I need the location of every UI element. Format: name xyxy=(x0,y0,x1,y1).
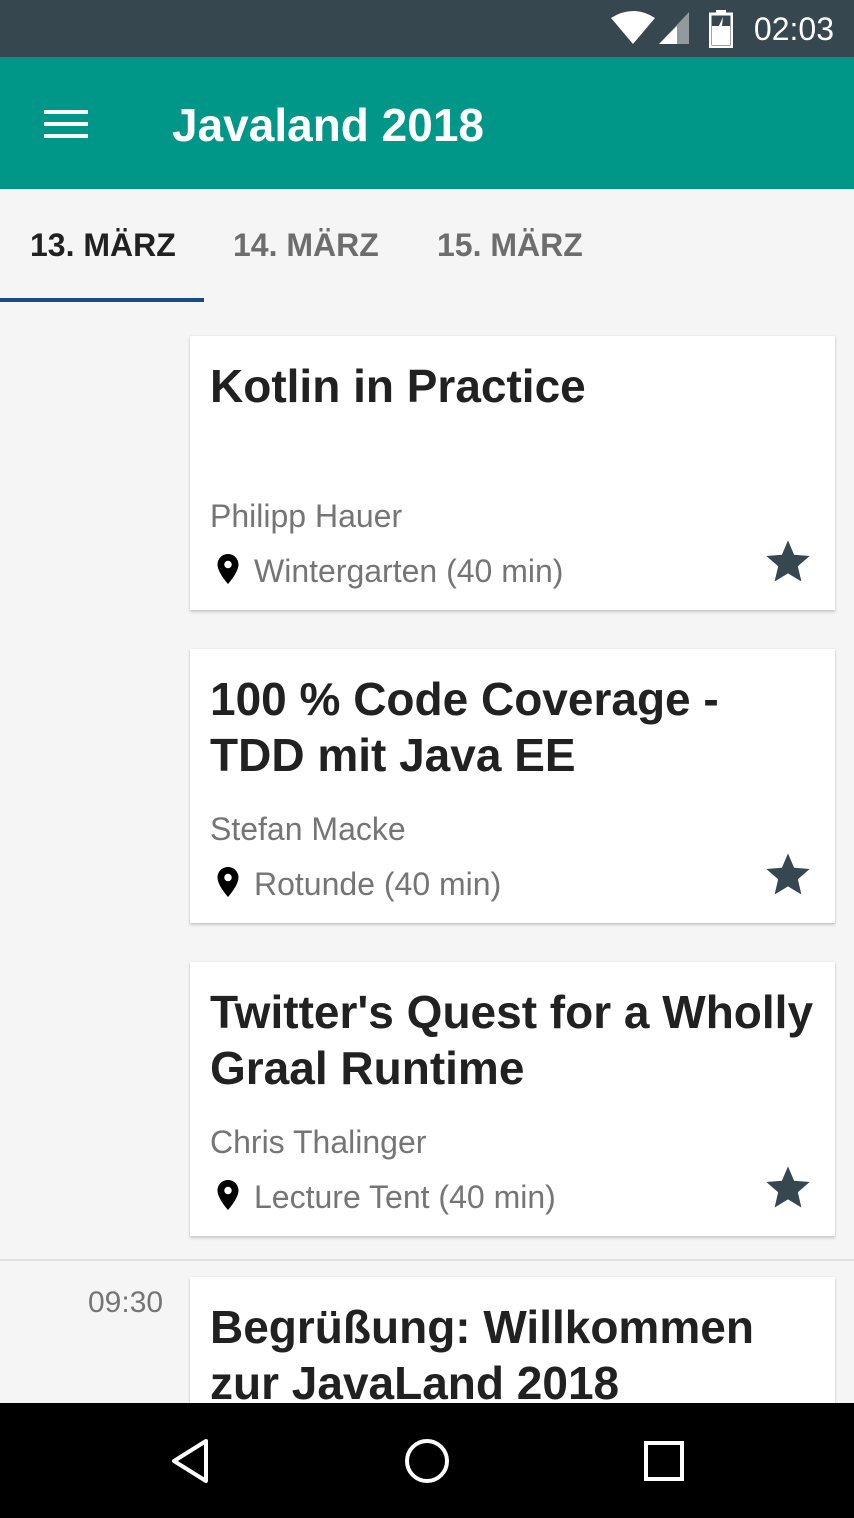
time-slot-divider xyxy=(0,1259,854,1261)
app-title: Javaland 2018 xyxy=(172,99,485,151)
star-icon[interactable] xyxy=(762,849,814,901)
location-pin-icon xyxy=(217,867,239,897)
status-bar: 02:03 xyxy=(0,0,854,57)
back-icon[interactable] xyxy=(168,1437,212,1485)
star-icon[interactable] xyxy=(762,536,814,588)
session-title: Twitter's Quest for a Wholly Graal Runti… xyxy=(210,986,814,1094)
session-title: 100 % Code Coverage - TDD mit Java EE xyxy=(210,673,719,781)
navigation-bar xyxy=(0,1403,854,1518)
app-bar: Javaland 2018 xyxy=(0,57,854,189)
recents-icon[interactable] xyxy=(642,1439,686,1483)
session-title: Begrüßung: Willkommen zur JavaLand 2018 xyxy=(210,1301,754,1403)
session-list[interactable]: Kotlin in Practice Philipp Hauer Winterg… xyxy=(0,305,854,1403)
battery-icon xyxy=(709,10,733,48)
hamburger-menu-icon[interactable] xyxy=(38,97,94,153)
session-speaker: Philipp Hauer xyxy=(210,498,403,534)
location-pin-icon xyxy=(217,554,239,584)
session-room-row: Wintergarten (40 min) xyxy=(210,551,563,591)
session-room: Rotunde (40 min) xyxy=(254,866,502,902)
session-room-row: Rotunde (40 min) xyxy=(210,864,501,904)
session-card[interactable]: Begrüßung: Willkommen zur JavaLand 2018 xyxy=(190,1277,835,1403)
session-title: Kotlin in Practice xyxy=(210,360,586,412)
time-slot-label: 09:30 xyxy=(88,1286,164,1319)
session-card[interactable]: Twitter's Quest for a Wholly Graal Runti… xyxy=(190,962,835,1236)
tab-15-maerz[interactable]: 15. MÄRZ xyxy=(437,225,583,265)
status-time: 02:03 xyxy=(753,11,834,47)
location-pin-icon xyxy=(217,1180,239,1210)
session-card[interactable]: Kotlin in Practice Philipp Hauer Winterg… xyxy=(190,336,835,610)
tab-14-maerz[interactable]: 14. MÄRZ xyxy=(233,225,379,265)
session-speaker: Stefan Macke xyxy=(210,811,406,847)
home-icon[interactable] xyxy=(403,1437,451,1485)
session-room: Lecture Tent (40 min) xyxy=(254,1179,556,1215)
session-room-row: Lecture Tent (40 min) xyxy=(210,1177,556,1217)
day-tabs: 13. MÄRZ 14. MÄRZ 15. MÄRZ xyxy=(0,189,854,305)
session-card[interactable]: 100 % Code Coverage - TDD mit Java EE St… xyxy=(190,649,835,923)
star-icon[interactable] xyxy=(762,1162,814,1214)
session-room: Wintergarten (40 min) xyxy=(254,553,564,589)
signal-icon xyxy=(659,12,689,44)
wifi-icon xyxy=(611,11,655,44)
tab-13-maerz[interactable]: 13. MÄRZ xyxy=(30,225,176,265)
tab-indicator xyxy=(0,298,204,302)
session-speaker: Chris Thalinger xyxy=(210,1124,427,1160)
